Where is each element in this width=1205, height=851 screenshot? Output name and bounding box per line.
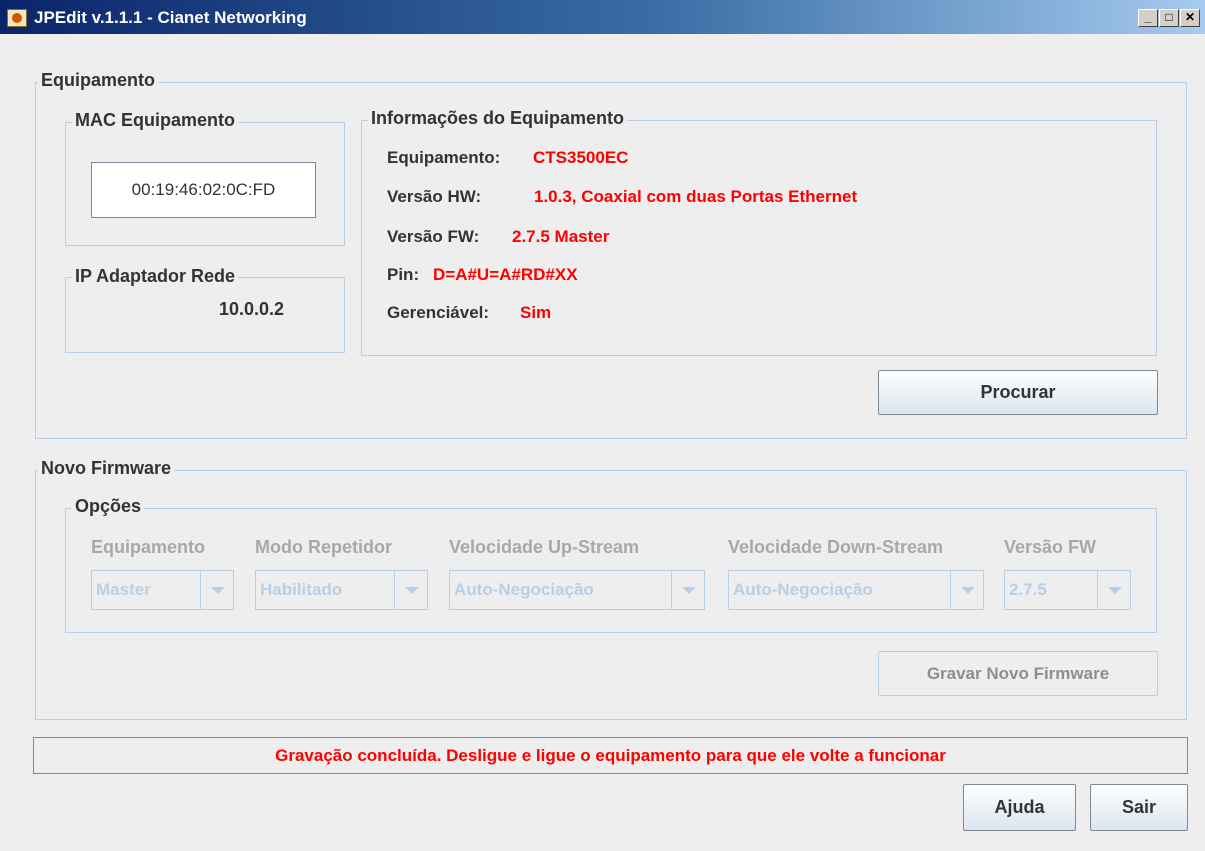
pin-label: Pin: [387, 265, 420, 284]
upstream-select[interactable]: Auto-Negociação [449, 570, 705, 610]
upstream-select-value: Auto-Negociação [454, 580, 594, 599]
window-title: JPEdit v.1.1.1 - Cianet Networking [34, 8, 307, 27]
downstream-select-value: Auto-Negociação [733, 580, 873, 599]
equipamento-label: Equipamento: [387, 148, 501, 167]
chevron-down-icon[interactable] [1097, 571, 1130, 609]
downstream-select[interactable]: Auto-Negociação [728, 570, 984, 610]
chevron-down-icon[interactable] [671, 571, 704, 609]
mac-legend: MAC Equipamento [72, 110, 238, 131]
mac-address-field[interactable]: 00:19:46:02:0C:FD [91, 162, 316, 218]
ip-panel [65, 277, 345, 353]
versao-fw-select[interactable]: 2.7.5 [1004, 570, 1131, 610]
hw-value: 1.0.3, Coaxial com duas Portas Ethernet [534, 187, 858, 206]
versao-fw-header: Versão FW [1004, 537, 1097, 557]
modo-repetidor-select-value: Habilitado [260, 580, 343, 599]
hw-label: Versão HW: [387, 187, 482, 206]
sair-button[interactable]: Sair [1090, 784, 1188, 831]
modo-repetidor-header: Modo Repetidor [255, 537, 392, 557]
fw-value: 2.7.5 Master [512, 227, 610, 246]
chevron-down-icon[interactable] [200, 571, 233, 609]
minimize-button[interactable]: _ [1138, 9, 1158, 27]
gerenciavel-label: Gerenciável: [387, 303, 490, 322]
chevron-down-icon[interactable] [394, 571, 427, 609]
pin-value: D=A#U=A#RD#XX [433, 265, 578, 284]
equipamento-select-value: Master [96, 580, 151, 599]
ajuda-button[interactable]: Ajuda [963, 784, 1076, 831]
versao-fw-select-value: 2.7.5 [1009, 580, 1047, 599]
ip-value: 10.0.0.2 [219, 299, 285, 319]
close-button[interactable]: ✕ [1180, 9, 1200, 27]
procurar-button[interactable]: Procurar [878, 370, 1158, 415]
java-app-icon [7, 9, 27, 27]
opcoes-legend: Opções [72, 496, 145, 517]
equipamento-select[interactable]: Master [91, 570, 234, 610]
modo-repetidor-select[interactable]: Habilitado [255, 570, 428, 610]
ip-legend: IP Adaptador Rede [72, 266, 239, 287]
chevron-down-icon[interactable] [950, 571, 983, 609]
equipamento-header: Equipamento [91, 537, 206, 557]
window-title-bar[interactable]: JPEdit v.1.1.1 - Cianet Networking _ □ ✕ [0, 0, 1205, 34]
equipamento-value: CTS3500EC [533, 148, 629, 167]
novo-firmware-legend: Novo Firmware [38, 458, 175, 479]
gravar-firmware-button[interactable]: Gravar Novo Firmware [878, 651, 1158, 696]
downstream-header: Velocidade Down-Stream [728, 537, 944, 557]
upstream-header: Velocidade Up-Stream [449, 537, 640, 557]
maximize-button[interactable]: □ [1159, 9, 1179, 27]
fw-label: Versão FW: [387, 227, 480, 246]
status-message: Gravação concluída. Desligue e ligue o e… [33, 737, 1188, 774]
gerenciavel-value: Sim [520, 303, 552, 322]
info-legend: Informações do Equipamento [368, 108, 628, 129]
equipamento-legend: Equipamento [38, 70, 159, 91]
